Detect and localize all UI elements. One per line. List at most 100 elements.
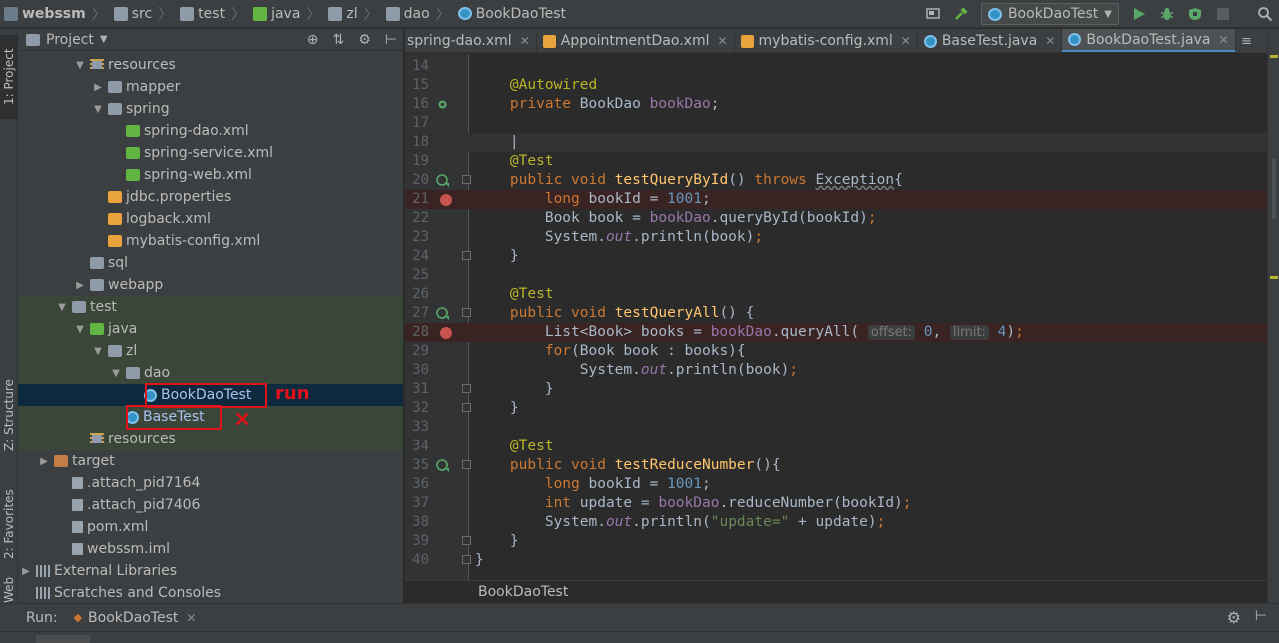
tree-item[interactable]: ▼ spring — [18, 98, 403, 120]
code-line[interactable]: 36 long bookId = 1001; — [405, 475, 1267, 494]
code-editor[interactable]: 13public class BookDaoTest extends BaseT… — [405, 54, 1267, 580]
breadcrumb-item[interactable]: java 〉 — [249, 0, 324, 28]
code-text[interactable]: | — [475, 133, 519, 152]
close-icon[interactable]: ✕ — [186, 611, 196, 625]
code-line[interactable]: 23 System.out.println(book); — [405, 228, 1267, 247]
tree-item[interactable]: logback.xml — [18, 208, 403, 230]
run-icon[interactable] — [1128, 3, 1150, 25]
run-test-icon[interactable] — [436, 307, 449, 320]
close-icon[interactable]: ✕ — [717, 34, 727, 48]
code-line[interactable]: 34 @Test — [405, 437, 1267, 456]
gear-icon[interactable]: ⚙ — [358, 32, 371, 48]
tree-item[interactable]: jdbc.properties — [18, 186, 403, 208]
code-line[interactable]: 33 — [405, 418, 1267, 437]
chevron-down-icon[interactable]: ▼ — [100, 34, 108, 45]
code-line[interactable]: 22 Book book = bookDao.queryById(bookId)… — [405, 209, 1267, 228]
tree-item[interactable]: sql — [18, 252, 403, 274]
close-icon[interactable]: ✕ — [1045, 34, 1055, 48]
tree-item[interactable]: ▼ test — [18, 296, 403, 318]
fold-icon[interactable] — [462, 384, 471, 393]
tree-item[interactable]: ▶ target — [18, 450, 403, 472]
tree-item[interactable]: Scratches and Consoles — [18, 582, 403, 603]
code-text[interactable]: long bookId = 1001; — [475, 190, 711, 209]
run-test-icon[interactable] — [436, 174, 449, 187]
code-line[interactable]: 38 System.out.println("update=" + update… — [405, 513, 1267, 532]
editor-tab[interactable]: AppointmentDao.xml ✕ — [537, 29, 735, 52]
code-text[interactable]: @Autowired — [475, 76, 597, 95]
code-text[interactable]: private BookDao bookDao; — [475, 95, 720, 114]
code-line[interactable]: 29 for(Book book : books){ — [405, 342, 1267, 361]
tree-item[interactable]: .attach_pid7164 — [18, 472, 403, 494]
code-text[interactable]: Book book = bookDao.queryById(bookId); — [475, 209, 877, 228]
code-text[interactable]: int update = bookDao.reduceNumber(bookId… — [475, 494, 912, 513]
code-line[interactable]: 28 List<Book> books = bookDao.queryAll( … — [405, 323, 1267, 342]
code-text[interactable]: } — [475, 399, 519, 418]
fold-icon[interactable] — [462, 403, 471, 412]
tree-item[interactable]: resources — [18, 428, 403, 450]
scroll-marker[interactable] — [1270, 276, 1278, 279]
code-text[interactable]: public void testQueryAll() { — [475, 304, 754, 323]
editor-tab[interactable]: BookDaoTest.java ✕ — [1062, 29, 1236, 52]
code-line[interactable]: 27 public void testQueryAll() { — [405, 304, 1267, 323]
tree-item[interactable]: ▼ resources — [18, 54, 403, 76]
run-configuration-select[interactable]: BookDaoTest ▼ — [980, 3, 1119, 25]
editor-tab[interactable]: BaseTest.java ✕ — [918, 29, 1063, 52]
expand-right-icon[interactable]: ▶ — [74, 280, 86, 291]
tree-item[interactable]: spring-service.xml — [18, 142, 403, 164]
code-line[interactable]: 24 } — [405, 247, 1267, 266]
stop-icon[interactable] — [1212, 3, 1234, 25]
expand-right-icon[interactable]: ▶ — [38, 456, 50, 467]
code-line[interactable]: 37 int update = bookDao.reduceNumber(boo… — [405, 494, 1267, 513]
expand-down-icon[interactable]: ▼ — [92, 346, 104, 357]
gear-icon[interactable]: ⚙ — [1227, 608, 1241, 627]
code-line[interactable]: 30 System.out.println(book); — [405, 361, 1267, 380]
code-line[interactable]: 21 long bookId = 1001; — [405, 190, 1267, 209]
code-line[interactable]: 16 private BookDao bookDao; — [405, 95, 1267, 114]
code-line[interactable]: 35 public void testReduceNumber(){ — [405, 456, 1267, 475]
code-text[interactable]: @Test — [475, 285, 554, 304]
code-text[interactable]: List<Book> books = bookDao.queryAll( off… — [475, 323, 1024, 342]
code-line[interactable]: 19 @Test — [405, 152, 1267, 171]
tree-item[interactable]: ▼ java — [18, 318, 403, 340]
code-line[interactable]: 15 @Autowired — [405, 76, 1267, 95]
hide-icon[interactable]: ⊢ — [1255, 608, 1267, 624]
close-icon[interactable]: ✕ — [1218, 33, 1228, 47]
code-text[interactable]: @Test — [475, 152, 554, 171]
tree-item[interactable]: ▶ webapp — [18, 274, 403, 296]
expand-down-icon[interactable]: ▼ — [74, 60, 86, 71]
breakpoint-icon[interactable] — [440, 194, 452, 206]
expand-down-icon[interactable]: ▼ — [110, 368, 122, 379]
tree-item[interactable]: ▼ dao — [18, 362, 403, 384]
build-hammer-icon[interactable] — [950, 3, 972, 25]
tree-item[interactable]: spring-web.xml — [18, 164, 403, 186]
scrollbar-thumb[interactable] — [1272, 159, 1276, 219]
hide-icon[interactable]: ⊢ — [385, 32, 397, 48]
fold-icon[interactable] — [462, 308, 471, 317]
code-line[interactable]: 14 — [405, 57, 1267, 76]
expand-down-icon[interactable]: ▼ — [56, 302, 68, 313]
close-icon[interactable]: ✕ — [901, 34, 911, 48]
tool-tab-project[interactable]: 1: Project — [0, 35, 18, 119]
code-text[interactable]: } — [475, 380, 554, 399]
fold-icon[interactable] — [462, 555, 471, 564]
breakpoint-icon[interactable] — [440, 327, 452, 339]
locate-icon[interactable]: ⊕ — [307, 32, 319, 48]
breadcrumb-item[interactable]: dao 〉 — [382, 0, 454, 28]
code-line[interactable]: 20 public void testQueryById() throws Ex… — [405, 171, 1267, 190]
coverage-icon[interactable] — [1184, 3, 1206, 25]
spring-bean-icon[interactable] — [436, 98, 449, 111]
scroll-marker[interactable] — [1270, 55, 1278, 58]
code-text[interactable]: } — [475, 532, 519, 551]
run-test-icon[interactable] — [436, 459, 449, 472]
debug-icon[interactable] — [1156, 3, 1178, 25]
code-text[interactable]: long bookId = 1001; — [475, 475, 711, 494]
editor-tab[interactable]: mybatis-config.xml ✕ — [735, 29, 918, 52]
code-text[interactable]: System.out.println("update=" + update); — [475, 513, 886, 532]
expand-right-icon[interactable]: ▶ — [20, 566, 32, 577]
code-text[interactable]: public void testQueryById() throws Excep… — [475, 171, 903, 190]
fold-icon[interactable] — [462, 175, 471, 184]
breadcrumb-item[interactable]: zl 〉 — [324, 0, 381, 28]
tree-item[interactable]: ▶ External Libraries — [18, 560, 403, 582]
run-tab[interactable]: ◆ BookDaoTest ✕ — [74, 610, 197, 626]
device-icon[interactable] — [922, 3, 944, 25]
